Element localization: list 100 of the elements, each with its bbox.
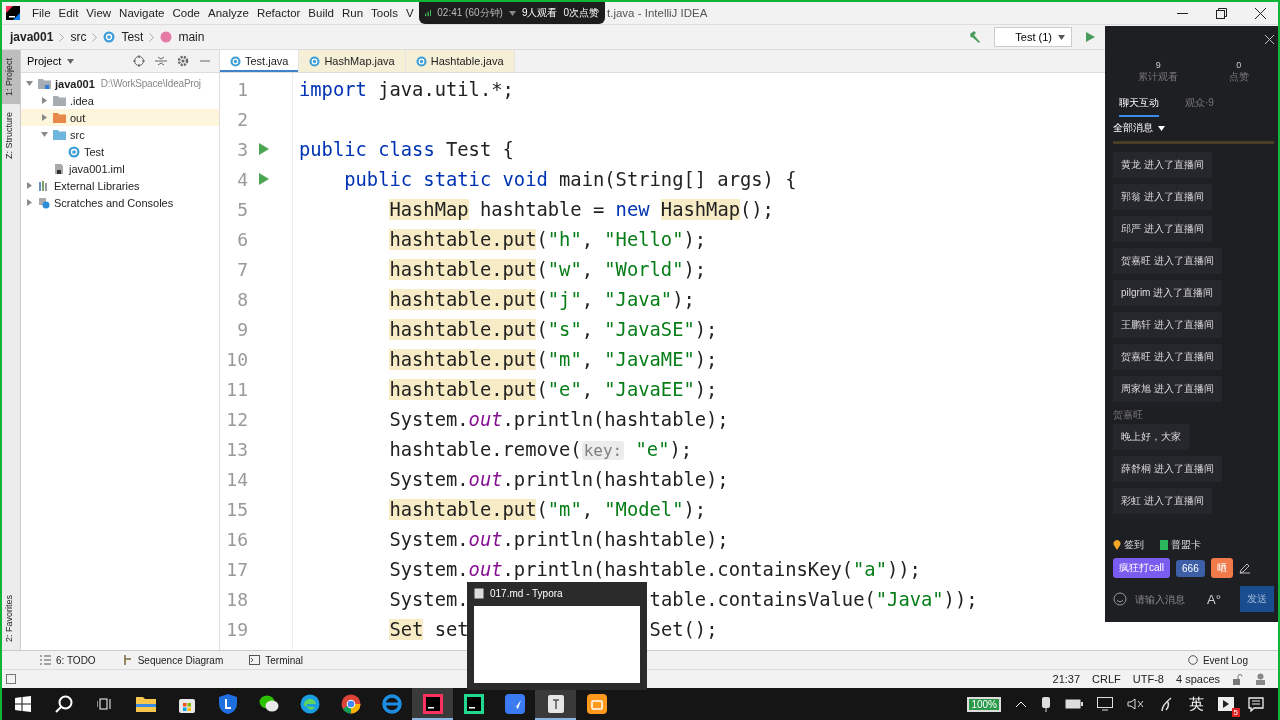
tree-item[interactable]: java001 D:\WorkSpace\IdeaProj [21,75,219,92]
menu-item[interactable]: V [401,7,418,19]
code-line: hashtable.put("w", "World"); [389,258,707,280]
breadcrumb[interactable]: java001 [10,30,54,44]
status-item[interactable]: 4 spaces [1175,673,1220,685]
like-count: 0次点赞 [563,6,599,20]
taskbar-app[interactable] [535,688,576,720]
collapse-arrow-icon[interactable] [40,130,49,139]
menu-item[interactable]: File [28,7,55,19]
expand-arrow-icon[interactable] [40,113,49,122]
caret-icon[interactable] [1058,34,1065,40]
phone-icon[interactable] [1041,696,1051,712]
taskbar-app[interactable] [412,688,453,720]
tool-window-tab[interactable]: 6: TODO [40,654,96,666]
tree-item-label: src [70,128,85,141]
battery-indicator[interactable]: 100% [967,696,1001,712]
font-style-button[interactable]: A° [1207,591,1221,607]
entry-notice: 贺嘉旺 进入了直播间 [1113,248,1222,274]
menu-item[interactable]: Code [168,7,204,19]
status-item[interactable]: 21:37 [1052,673,1081,685]
breadcrumb[interactable]: main [178,30,205,44]
tree-item[interactable]: src [21,126,219,143]
battery-icon[interactable] [1065,699,1083,709]
class-icon [68,145,80,158]
menu-item[interactable]: View [82,7,116,19]
message-filter-dropdown[interactable]: 全部消息 [1113,121,1165,135]
collapse-all-icon[interactable] [155,55,167,67]
tool-window-tab[interactable]: Terminal [249,654,304,666]
tool-window-tab[interactable]: Z: Structure [2,104,20,168]
terminal-icon [249,655,261,665]
tree-item[interactable]: java001.iml [21,160,219,177]
restore-icon[interactable] [1216,7,1227,19]
hammer-icon[interactable] [968,30,983,44]
event-log-button[interactable]: Event Log [1187,654,1248,666]
locate-icon[interactable] [133,55,145,67]
gift-button[interactable]: 疯狂打call [1113,558,1170,578]
panel-toggle-icon[interactable] [6,674,16,684]
tree-item-label: Test [84,145,105,158]
window-preview[interactable]: 017.md - Typora [467,582,647,690]
inspector-icon[interactable] [1255,673,1266,685]
run-icon[interactable] [258,172,270,186]
chevron-right-icon [149,32,155,42]
chevron-up-icon[interactable] [1015,700,1027,708]
breadcrumb[interactable]: src [70,30,87,44]
tree-item[interactable]: .idea [21,92,219,109]
expand-arrow-icon[interactable] [25,181,34,190]
entry-notice: 彩虹 进入了直播间 [1113,488,1212,514]
menu-item[interactable]: Analyze [203,7,253,19]
tree-item[interactable]: External Libraries [21,177,219,194]
lock-icon[interactable] [1232,673,1243,685]
expand-arrow-icon[interactable] [25,198,34,207]
run-icon[interactable] [258,142,270,156]
code-line: System. [389,588,469,610]
tree-item[interactable]: Test [21,143,219,160]
class-icon [230,55,241,67]
tool-window-tab[interactable]: 1: Project [2,50,20,105]
video-icon[interactable] [1218,697,1234,711]
editor-tab[interactable]: Test.java [220,50,300,72]
menu-item[interactable]: Refactor [252,7,305,19]
gift-button[interactable]: 666 [1176,559,1205,577]
send-button[interactable]: 发送 [1240,586,1274,612]
input-method-indicator[interactable]: 英 [1189,694,1204,714]
action-button[interactable]: 普盟卡 [1160,538,1201,552]
editor-tab[interactable]: HashMap.java [299,50,406,72]
expand-arrow-icon[interactable] [40,96,49,105]
action-button[interactable]: 签到 [1113,538,1144,552]
menu-item[interactable]: Build [304,7,338,19]
notifications-icon[interactable] [1248,696,1264,712]
collapse-arrow-icon[interactable] [25,79,34,88]
tree-item[interactable]: out [21,109,219,126]
browser-icon [381,694,402,714]
close-icon[interactable] [1265,35,1274,44]
entry-notice: 薛舒桐 进入了直播间 [1113,456,1222,482]
chat-tab[interactable]: 聊天互动 [1119,92,1159,115]
menu-item[interactable]: Tools [367,7,402,19]
tree-item[interactable]: Scratches and Consoles [21,194,219,211]
pencil-icon[interactable] [1238,562,1251,574]
settings-icon[interactable] [177,55,189,67]
close-icon[interactable] [1255,7,1266,19]
editor-tab[interactable]: Hashtable.java [405,50,515,72]
tool-window-tab[interactable]: 2: Favorites [2,586,20,650]
emoji-icon[interactable] [1113,592,1127,606]
run-configuration-dropdown[interactable]: Test (1) [994,27,1072,47]
tool-window-tab[interactable]: Sequence Diagram [121,654,224,666]
status-item[interactable]: CRLF [1092,673,1121,685]
chat-message: 晚上好，大家 [1113,424,1189,450]
class-icon [309,55,321,67]
run-icon[interactable] [1084,31,1096,43]
menu-item[interactable]: Run [337,7,368,19]
chat-tab[interactable]: 观众·9 [1185,92,1214,115]
volume-muted-icon[interactable] [1127,698,1145,710]
entry-notice: 黄龙 进入了直播间 [1113,152,1212,178]
line-number: 14 [226,468,248,490]
caret-icon[interactable] [1158,125,1165,131]
menu-item[interactable]: Navigate [115,7,169,19]
breadcrumb[interactable]: Test [121,30,144,44]
status-item[interactable]: UTF-8 [1132,673,1164,685]
code-line: public class Test { [299,138,514,160]
menu-item[interactable]: Edit [54,7,83,19]
message-input[interactable]: 请输入消息 [1133,592,1201,606]
